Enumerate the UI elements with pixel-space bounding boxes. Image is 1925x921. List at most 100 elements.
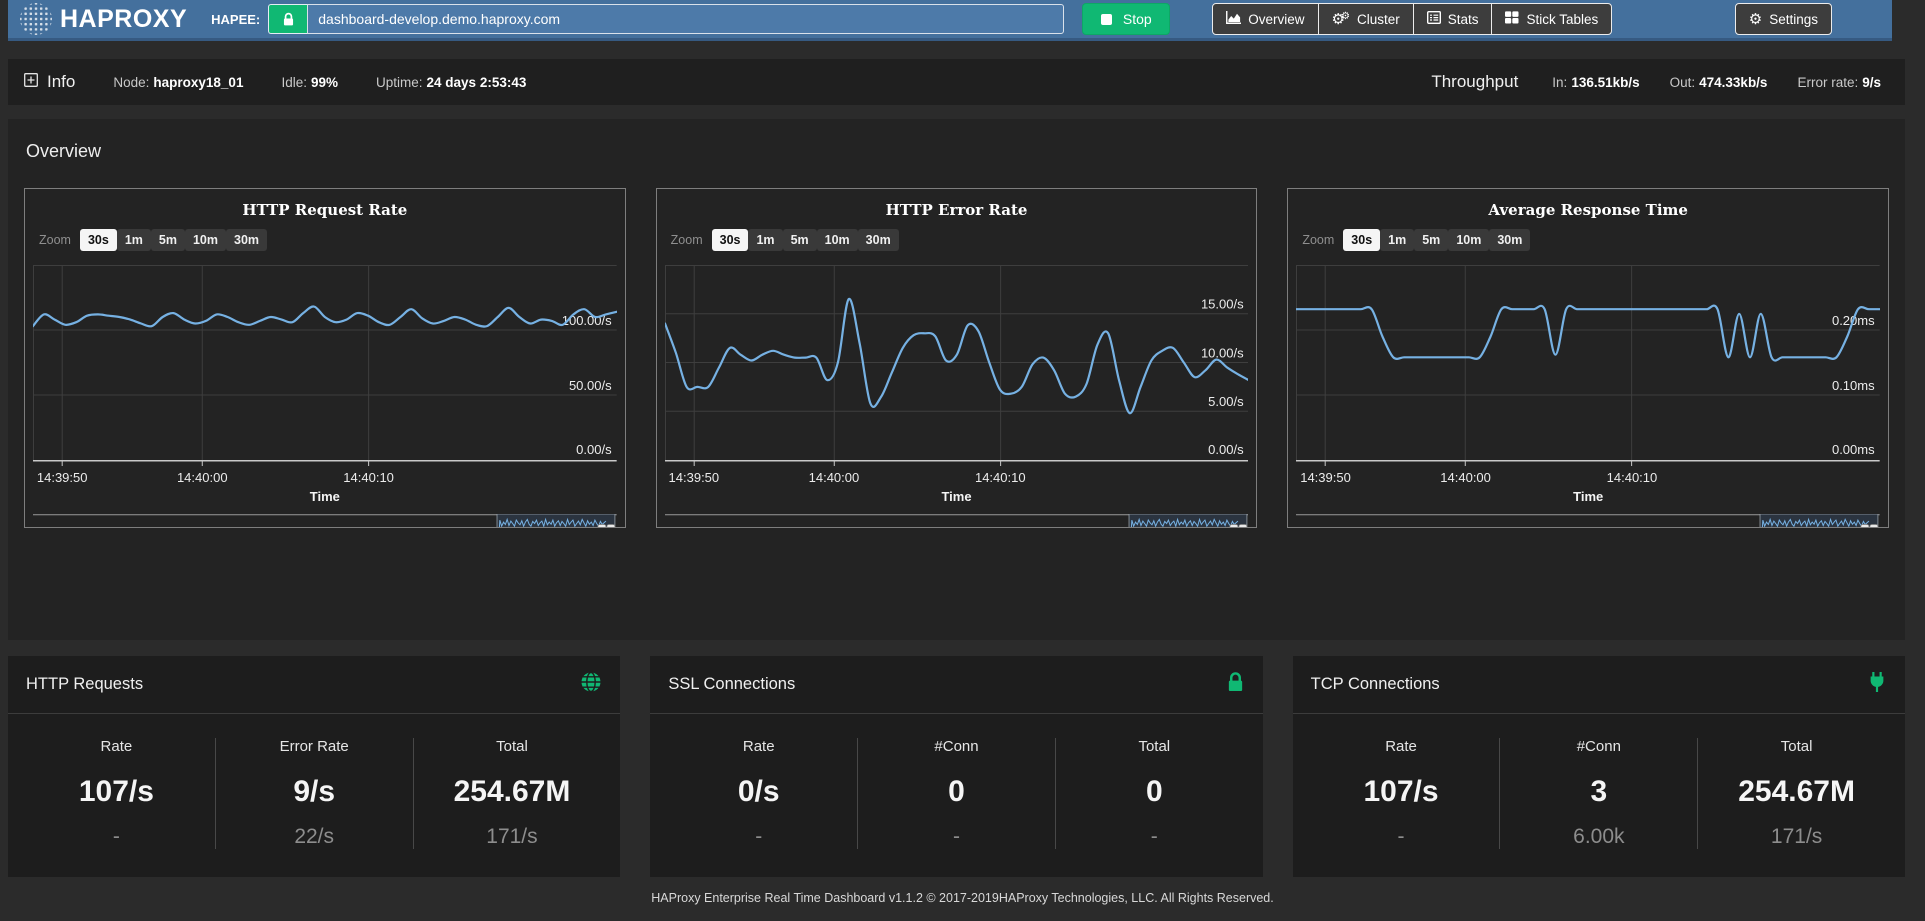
main-chart: 15.00/s10.00/s5.00/s0.00/s (665, 265, 1249, 467)
x-axis-title: Time (33, 489, 617, 504)
cluster-button[interactable]: ⚙⚙ Cluster (1318, 3, 1414, 35)
throughput-in: In:136.51kb/s (1552, 75, 1639, 90)
x-axis-tick-label: 14:40:00 (1440, 470, 1491, 485)
zoom-option-30m[interactable]: 30m (858, 229, 899, 251)
throughput-out: Out:474.33kb/s (1670, 75, 1768, 90)
y-axis-label: 50.00/s (569, 378, 612, 393)
main-chart: 0.20ms0.10ms0.00ms (1296, 265, 1880, 467)
x-axis-ticks: 14:39:5014:40:0014:40:10 (1296, 470, 1880, 487)
stats-button[interactable]: Stats (1413, 3, 1493, 35)
settings-button[interactable]: ⚙ Settings (1735, 3, 1832, 35)
navigator[interactable]: 14:1014:2014:30 (33, 514, 617, 528)
y-axis-label: 10.00/s (1201, 346, 1244, 361)
area-chart-icon (1226, 11, 1241, 27)
metric-subvalue: 22/s (216, 825, 413, 849)
zoom-option-1m[interactable]: 1m (748, 229, 782, 251)
navigator-svg[interactable]: 14:1014:2014:30 (1296, 514, 1880, 528)
navigator-handle[interactable] (1870, 525, 1878, 529)
chart-title: Average Response Time (1296, 201, 1880, 219)
navigator[interactable]: 14:1014:2014:30 (665, 514, 1249, 528)
metric-label: #Conn (858, 738, 1055, 755)
zoom-option-10m[interactable]: 10m (185, 229, 226, 251)
table-icon (1427, 11, 1441, 27)
zoom-option-30m[interactable]: 30m (226, 229, 267, 251)
zoom-option-30m[interactable]: 30m (1489, 229, 1530, 251)
zoom-option-5m[interactable]: 5m (783, 229, 817, 251)
zoom-options: 30s1m5m10m30m (80, 229, 267, 251)
metric-column: Total0- (1055, 738, 1253, 849)
y-axis-label: 5.00/s (1208, 394, 1244, 409)
x-axis-tick-label: 14:40:10 (975, 470, 1026, 485)
zoom-option-10m[interactable]: 10m (1448, 229, 1489, 251)
overview-section: Overview HTTP Request Rate Zoom 30s1m5m1… (8, 119, 1905, 640)
plus-square-icon (24, 72, 38, 92)
url-input[interactable] (307, 4, 1064, 34)
metric-subvalue: - (660, 825, 857, 849)
metric-label: Rate (1303, 738, 1500, 755)
metric-value: 9/s (216, 775, 413, 809)
navigator-handle[interactable] (598, 525, 606, 529)
x-axis-title: Time (1296, 489, 1880, 504)
main-chart-svg: 0.20ms0.10ms0.00ms (1296, 265, 1880, 467)
metric-label: Rate (660, 738, 857, 755)
metric-subvalue: - (1056, 825, 1253, 849)
navigator-handle[interactable] (1239, 525, 1247, 529)
zoom-controls: Zoom 30s1m5m10m30m (1302, 229, 1880, 251)
zoom-option-30s[interactable]: 30s (1343, 229, 1380, 251)
node-info: Node:haproxy18_01 (113, 75, 243, 90)
zoom-option-30s[interactable]: 30s (712, 229, 749, 251)
zoom-option-30s[interactable]: 30s (80, 229, 117, 251)
zoom-label: Zoom (671, 233, 703, 247)
zoom-label: Zoom (1302, 233, 1334, 247)
x-axis-tick-label: 14:40:00 (177, 470, 228, 485)
metric-subvalue: 6.00k (1500, 825, 1697, 849)
zoom-options: 30s1m5m10m30m (1343, 229, 1530, 251)
card-body: Rate0/s-#Conn0-Total0- (650, 714, 1262, 877)
globe-icon (580, 671, 602, 698)
series-line (665, 299, 1249, 413)
chart-panel: HTTP Error Rate Zoom 30s1m5m10m30m 15.00… (656, 188, 1258, 528)
card-header: HTTP Requests (8, 656, 620, 714)
metric-card: SSL Connections Rate0/s-#Conn0-Total0- (650, 656, 1262, 877)
card-header: TCP Connections (1293, 656, 1905, 714)
stop-button[interactable]: Stop (1082, 3, 1170, 35)
uptime-info: Uptime:24 days 2:53:43 (376, 75, 526, 90)
url-group (268, 4, 1064, 34)
chart-title: HTTP Error Rate (665, 201, 1249, 219)
metric-value: 0 (1056, 775, 1253, 809)
zoom-option-1m[interactable]: 1m (1380, 229, 1414, 251)
metric-label: Rate (18, 738, 215, 755)
zoom-option-10m[interactable]: 10m (817, 229, 858, 251)
navigator-svg[interactable]: 14:1014:2014:30 (665, 514, 1249, 528)
metric-subvalue: - (1303, 825, 1500, 849)
chart-panel: Average Response Time Zoom 30s1m5m10m30m… (1287, 188, 1889, 528)
x-axis-tick-label: 14:39:50 (37, 470, 88, 485)
zoom-option-5m[interactable]: 5m (151, 229, 185, 251)
card-body: Rate107/s-Error Rate9/s22/sTotal254.67M1… (8, 714, 620, 877)
zoom-option-5m[interactable]: 5m (1414, 229, 1448, 251)
metric-value: 107/s (1303, 775, 1500, 809)
metric-label: Total (1698, 738, 1895, 755)
chart-title: HTTP Request Rate (33, 201, 617, 219)
card-header: SSL Connections (650, 656, 1262, 714)
metric-subvalue: - (858, 825, 1055, 849)
metric-value: 107/s (18, 775, 215, 809)
navigator-handle[interactable] (607, 525, 615, 529)
error-rate-info: Error rate:9/s (1797, 75, 1881, 90)
y-axis-label: 15.00/s (1201, 297, 1244, 312)
navigator-handle[interactable] (1230, 525, 1238, 529)
metric-column: #Conn0- (857, 738, 1055, 849)
metric-card: HTTP Requests Rate107/s-Error Rate9/s22/… (8, 656, 620, 877)
metric-label: #Conn (1500, 738, 1697, 755)
info-expander[interactable]: Info (24, 72, 75, 92)
section-title: Overview (26, 141, 1889, 162)
navigator[interactable]: 14:1014:2014:30 (1296, 514, 1880, 528)
zoom-option-1m[interactable]: 1m (117, 229, 151, 251)
x-axis-tick-label: 14:40:10 (1607, 470, 1658, 485)
navigator-handle[interactable] (1861, 525, 1869, 529)
stick-tables-button[interactable]: Stick Tables (1491, 3, 1612, 35)
navigator-svg[interactable]: 14:1014:2014:30 (33, 514, 617, 528)
overview-button[interactable]: Overview (1212, 3, 1318, 35)
metric-subvalue: 171/s (1698, 825, 1895, 849)
metric-column: Rate 107/s - (1303, 738, 1500, 849)
